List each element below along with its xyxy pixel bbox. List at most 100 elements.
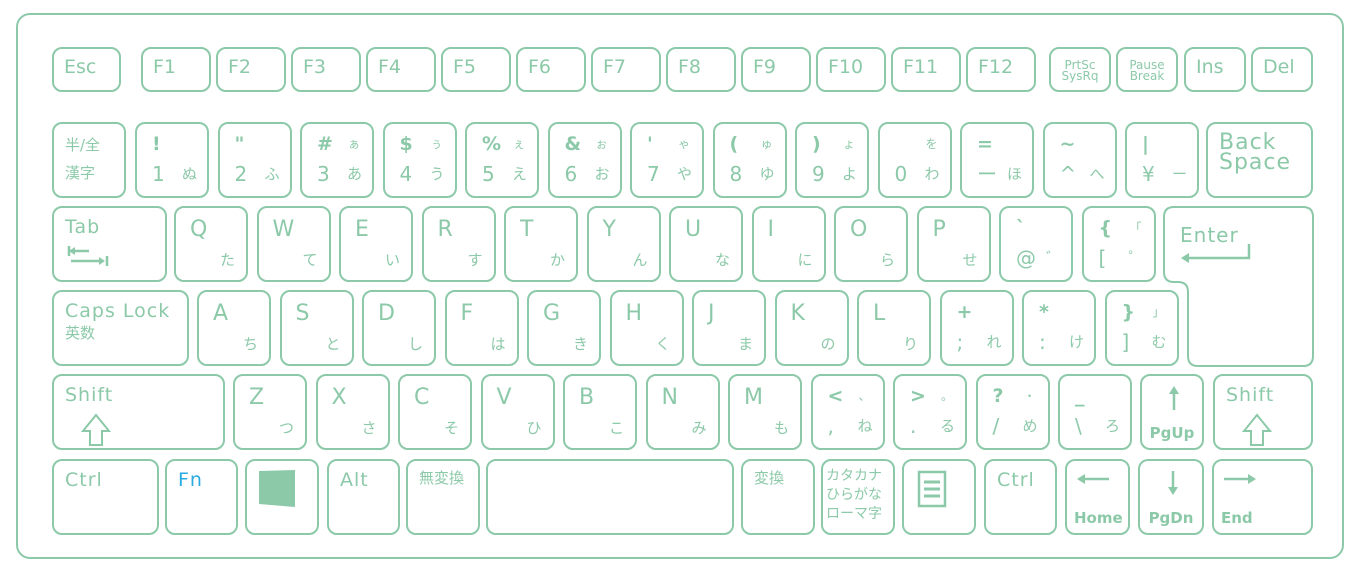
key-alt[interactable]: Alt	[327, 459, 400, 535]
key-home-11[interactable]: *: け	[1022, 290, 1096, 366]
key-home[interactable]: Home	[1065, 459, 1130, 535]
key-bottom-6[interactable]: 変換	[741, 459, 815, 535]
key-number-3[interactable]: # ぁ 3 あ	[300, 122, 374, 198]
key-f1[interactable]: F1	[141, 47, 211, 92]
key-label: 無変換	[419, 469, 465, 487]
key-shift[interactable]: Shift	[1213, 374, 1313, 450]
key-t[interactable]: Tか	[504, 206, 578, 282]
key-a[interactable]: Aち	[197, 290, 271, 366]
key-fn[interactable]: Fn	[165, 459, 238, 535]
key-f10[interactable]: F10	[816, 47, 886, 92]
key-shift-symbol: %	[482, 133, 502, 155]
key-f12[interactable]: F12	[966, 47, 1036, 92]
key-x[interactable]: Xさ	[315, 374, 390, 450]
key-v[interactable]: Vひ	[480, 374, 555, 450]
key-u[interactable]: Uな	[669, 206, 743, 282]
key-o[interactable]: Oら	[834, 206, 908, 282]
key-letter: Q	[190, 217, 208, 242]
key-space[interactable]	[486, 459, 734, 535]
key-f8[interactable]: F8	[666, 47, 736, 92]
key-number-11[interactable]: = ーほ	[960, 122, 1034, 198]
key-h[interactable]: Hく	[609, 290, 684, 366]
key-f2[interactable]: F2	[216, 47, 286, 92]
key-small-kana: ぅ	[430, 137, 443, 151]
key-number-1[interactable]: ! 1 ぬ	[135, 122, 209, 198]
key-m[interactable]: Mも	[728, 374, 802, 450]
key-f[interactable]: Fは	[444, 290, 519, 366]
key-del[interactable]: Del	[1251, 47, 1313, 92]
key-g[interactable]: Gき	[527, 290, 601, 366]
key-shift[interactable]: Shift	[52, 374, 225, 450]
key-bottom-7[interactable]: カタカナ ひらがな ローマ字	[821, 459, 895, 535]
key-tab[interactable]: Tab	[52, 206, 167, 282]
key-w[interactable]: Wて	[256, 206, 331, 282]
key-number-6[interactable]: & ぉ 6 お	[547, 122, 622, 198]
key-qwerty-12[interactable]: {「 [゜	[1081, 206, 1156, 282]
key-home-10[interactable]: +; れ	[939, 290, 1014, 366]
key-i[interactable]: Iに	[751, 206, 826, 282]
key-pgup[interactable]: PgUp	[1140, 374, 1204, 450]
key-0[interactable]: を 0わ	[877, 122, 952, 198]
key-l[interactable]: Lり	[857, 290, 931, 366]
key-ctrl[interactable]: Ctrl	[52, 459, 159, 535]
key-f9[interactable]: F9	[741, 47, 811, 92]
key-enter[interactable]: Enter	[1163, 206, 1315, 368]
key-number-12[interactable]: ~ ^ へ	[1042, 122, 1117, 198]
key-number-9[interactable]: ) ょ 9 よ	[795, 122, 869, 198]
key-menu[interactable]	[902, 459, 976, 535]
key-f4[interactable]: F4	[366, 47, 436, 92]
key-z[interactable]: Zつ	[233, 374, 307, 450]
key-f7[interactable]: F7	[591, 47, 661, 92]
key-b[interactable]: Bこ	[563, 374, 637, 450]
key-base-symbol: 2	[234, 162, 248, 186]
key-number-13[interactable]: | ¥ ー	[1125, 122, 1199, 198]
key-label: F11	[903, 56, 939, 78]
key-number-5[interactable]: % ぇ 5 え	[465, 122, 539, 198]
key-f5[interactable]: F5	[441, 47, 511, 92]
key-number-8[interactable]: (ゅ 8 ゆ	[712, 122, 787, 198]
key-number-0[interactable]: 半/全 漢字	[52, 122, 126, 198]
key-shift-symbol: =	[977, 133, 993, 155]
key-label: Ctrl	[997, 469, 1035, 491]
key-number-2[interactable]: " 2 ふ	[217, 122, 292, 198]
key-nav-label: PgDn	[1148, 509, 1194, 527]
key-e[interactable]: Eい	[339, 206, 413, 282]
key-base-symbol: /	[992, 414, 1000, 438]
key-d[interactable]: Dし	[362, 290, 436, 366]
key-f11[interactable]: F11	[891, 47, 961, 92]
key-q[interactable]: Qた	[174, 206, 248, 282]
key-ins[interactable]: Ins	[1184, 47, 1246, 92]
key-bottom-4[interactable]: 無変換	[406, 459, 480, 535]
key-back[interactable]: Back Space	[1206, 122, 1313, 198]
key-j[interactable]: Jま	[692, 290, 766, 366]
key-shift-9[interactable]: > 。. る	[893, 374, 967, 450]
key-pgdn[interactable]: PgDn	[1138, 459, 1204, 535]
key-shift-10[interactable]: ? ・ / め	[975, 374, 1050, 450]
key-prtsc[interactable]: PrtSc SysRq	[1049, 47, 1111, 92]
key-kana: ろ	[1105, 417, 1121, 435]
key-pause[interactable]: Pause Break	[1116, 47, 1178, 92]
key-base-symbol: ]	[1121, 330, 1130, 354]
key-k[interactable]: Kの	[774, 290, 849, 366]
key-f3[interactable]: F3	[291, 47, 361, 92]
key-y[interactable]: Yん	[586, 206, 661, 282]
key-shift-8[interactable]: < 、, ね	[810, 374, 885, 450]
key-windows-logo[interactable]	[245, 459, 319, 535]
key-shift-symbol: *	[1039, 301, 1049, 323]
key-shift-11[interactable]: _ \ ろ	[1058, 374, 1132, 450]
key-esc[interactable]: Esc	[52, 47, 121, 92]
key-s[interactable]: Sと	[279, 290, 354, 366]
key-n[interactable]: Nみ	[645, 374, 720, 450]
key-p[interactable]: Pせ	[916, 206, 991, 282]
key-end[interactable]: End	[1212, 459, 1313, 535]
key-caps-lock[interactable]: Caps Lock 英数	[52, 290, 189, 366]
key-qwerty-11[interactable]: ` @ ゛	[999, 206, 1073, 282]
key-label-line2: Space	[1219, 150, 1292, 175]
key-number-7[interactable]: ' ゃ 7 や	[630, 122, 704, 198]
key-kana: ー	[1172, 165, 1188, 183]
key-r[interactable]: Rす	[421, 206, 496, 282]
key-f6[interactable]: F6	[516, 47, 586, 92]
key-ctrl[interactable]: Ctrl	[984, 459, 1057, 535]
key-c[interactable]: Cそ	[398, 374, 472, 450]
key-number-4[interactable]: $ ぅ 4 う	[382, 122, 457, 198]
